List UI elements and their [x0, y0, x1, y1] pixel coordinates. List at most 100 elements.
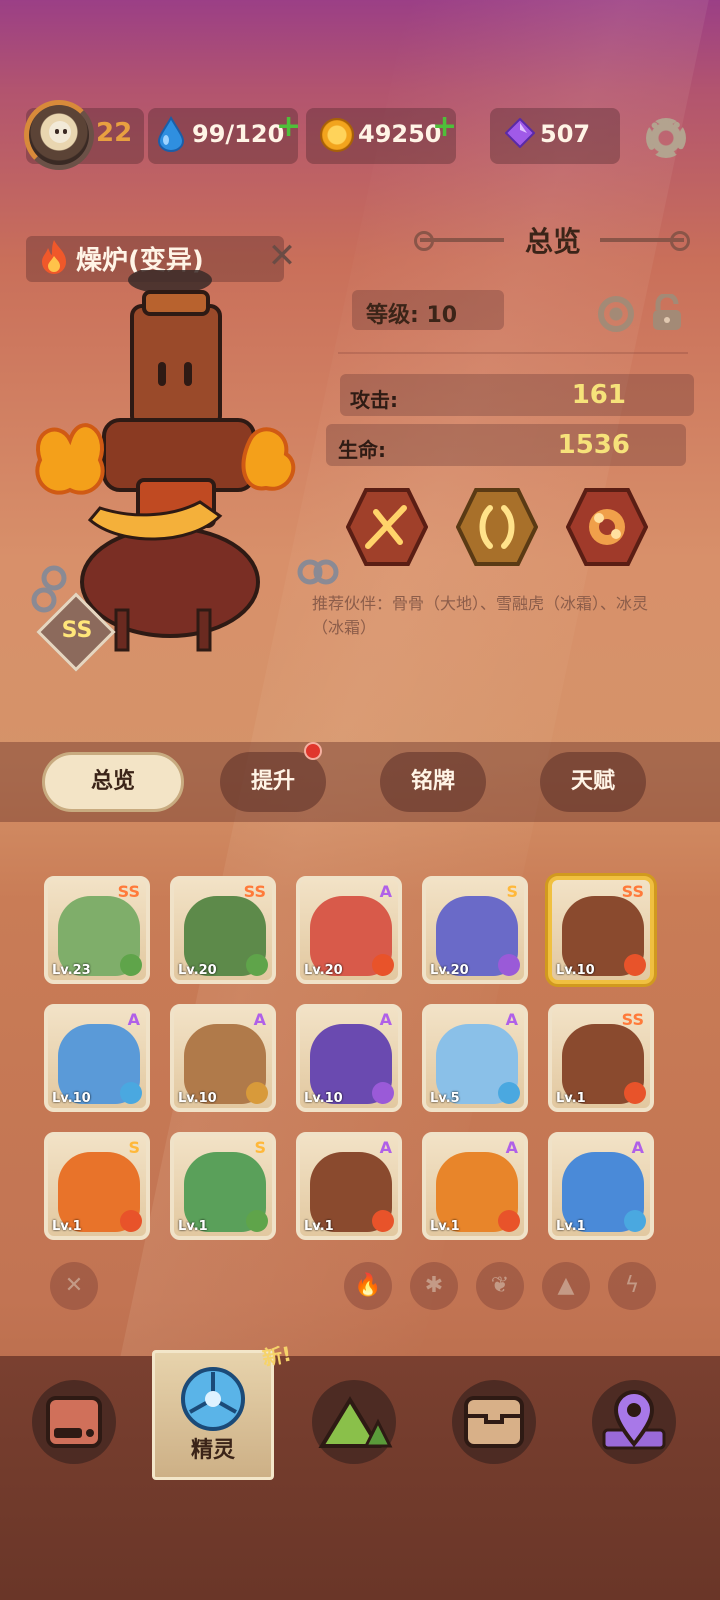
pet-card[interactable]: A Lv.10: [44, 1004, 150, 1112]
pet-level-label: Lv.23: [52, 963, 91, 978]
skull-icon: [49, 121, 71, 143]
player-avatar[interactable]: [24, 100, 94, 170]
element-icon: [246, 1082, 268, 1104]
pet-card[interactable]: SS Lv.1: [548, 1004, 654, 1112]
pet-card[interactable]: SS Lv.20: [170, 876, 276, 984]
recommended-partners: 推荐伙伴：骨骨（大地）、雪融虎（冰霜）、冰灵（冰霜）: [312, 594, 649, 637]
pet-rank-label: SS: [117, 882, 140, 901]
coin-icon: [320, 118, 354, 152]
element-icon: [120, 1082, 142, 1104]
pet-level-label: Lv.5: [430, 1091, 460, 1106]
stamina-value: 99/120: [192, 120, 285, 148]
element-icon: [120, 1210, 142, 1232]
pet-level-label: Lv.10: [52, 1091, 91, 1106]
title-ornament-right: [600, 231, 690, 251]
pet-rank-label: SS: [621, 882, 644, 901]
pet-card[interactable]: A Lv.20: [296, 876, 402, 984]
pet-level-label: Lv.20: [304, 963, 343, 978]
element-icon: [120, 954, 142, 976]
nav-map-button[interactable]: [592, 1380, 676, 1464]
element-icon: [624, 1210, 646, 1232]
fire-filter-icon[interactable]: 🔥: [344, 1262, 392, 1310]
element-icon: [498, 1210, 520, 1232]
tab-upgrade[interactable]: 提升: [220, 752, 326, 812]
pet-rank-label: SS: [621, 1010, 644, 1029]
add-coins-button[interactable]: +: [432, 112, 457, 142]
new-badge: 新!: [260, 1341, 294, 1371]
pet-card[interactable]: A Lv.5: [422, 1004, 528, 1112]
pet-level-label: Lv.10: [304, 1091, 343, 1106]
pet-level-label: Lv.10: [556, 963, 595, 978]
pet-card[interactable]: A Lv.10: [296, 1004, 402, 1112]
attack-value: 161: [571, 380, 626, 410]
player-level: 22: [96, 118, 133, 148]
unlock-icon[interactable]: [650, 294, 684, 332]
pet-rank-label: A: [379, 882, 392, 901]
pet-rank-label: A: [631, 1138, 644, 1157]
tab-talent[interactable]: 天赋: [540, 752, 646, 812]
notification-dot: [304, 742, 322, 760]
lightning-filter-icon[interactable]: ϟ: [608, 1262, 656, 1310]
tab-overview[interactable]: 总览: [42, 752, 184, 812]
coins-value: 49250: [358, 120, 442, 148]
pet-level-label: Lv.1: [556, 1091, 586, 1106]
machine-icon: [46, 1396, 102, 1448]
pet-rank-label: A: [379, 1010, 392, 1029]
chest-icon: [464, 1396, 524, 1448]
section-title: 总览: [524, 225, 581, 258]
ice-filter-icon[interactable]: ✱: [410, 1262, 458, 1310]
pet-card[interactable]: A Lv.10: [170, 1004, 276, 1112]
skill-vortex-icon[interactable]: [566, 488, 648, 566]
water-drop-icon: [157, 116, 185, 152]
pet-rank-label: S: [506, 882, 518, 901]
pet-card[interactable]: A Lv.1: [422, 1132, 528, 1240]
skill-slash-icon[interactable]: [346, 488, 428, 566]
pet-card[interactable]: A Lv.1: [296, 1132, 402, 1240]
skill-crescent-icon[interactable]: [456, 488, 538, 566]
pet-card[interactable]: S Lv.1: [170, 1132, 276, 1240]
pet-card[interactable]: SS Lv.10: [548, 876, 654, 984]
element-icon: [624, 1082, 646, 1104]
hp-label: 生命:: [338, 438, 386, 462]
pet-rank-label: A: [253, 1010, 266, 1029]
element-icon: [498, 1082, 520, 1104]
pet-rank-label: A: [127, 1010, 140, 1029]
pet-level-label: Lv.1: [430, 1219, 460, 1234]
nature-filter-icon[interactable]: ❦: [476, 1262, 524, 1310]
gems-value: 507: [540, 120, 591, 148]
pet-level-label: Lv.1: [52, 1219, 82, 1234]
pet-level-label: Lv.20: [178, 963, 217, 978]
nav-pets-label: 精灵: [190, 1438, 235, 1463]
divider: [338, 352, 688, 354]
pet-level-label: Lv.1: [178, 1219, 208, 1234]
pet-card[interactable]: S Lv.1: [44, 1132, 150, 1240]
pet-level-label: Lv.1: [304, 1219, 334, 1234]
pet-rank-label: SS: [243, 882, 266, 901]
spirit-orb-icon: [181, 1367, 245, 1431]
ring-icon[interactable]: [598, 296, 634, 332]
clear-filter-icon[interactable]: ✕: [50, 1262, 98, 1310]
close-icon[interactable]: ✕: [266, 239, 298, 273]
pet-card[interactable]: A Lv.1: [548, 1132, 654, 1240]
attack-label: 攻击:: [350, 388, 398, 412]
pet-card[interactable]: S Lv.20: [422, 876, 528, 984]
map-pin-icon: [602, 1390, 666, 1450]
pet-level-label: Lv.1: [556, 1219, 586, 1234]
earth-filter-icon[interactable]: ▲: [542, 1262, 590, 1310]
pet-level-label: Lv.20: [430, 963, 469, 978]
nav-chest-button[interactable]: [452, 1380, 536, 1464]
element-icon: [498, 954, 520, 976]
pet-rank-label: A: [505, 1138, 518, 1157]
pet-level-label: Lv.10: [178, 1091, 217, 1106]
hp-value: 1536: [557, 430, 630, 460]
nav-shop-button[interactable]: [32, 1380, 116, 1464]
tab-badge[interactable]: 铭牌: [380, 752, 486, 812]
pet-card[interactable]: SS Lv.23: [44, 876, 150, 984]
settings-gear-icon[interactable]: [646, 118, 686, 158]
element-icon: [372, 1082, 394, 1104]
pet-rank-label: A: [505, 1010, 518, 1029]
purple-gem-icon: [505, 118, 535, 148]
nav-adventure-button[interactable]: [312, 1380, 396, 1464]
add-stamina-button[interactable]: +: [276, 112, 301, 142]
mountain-icon: [318, 1396, 393, 1448]
